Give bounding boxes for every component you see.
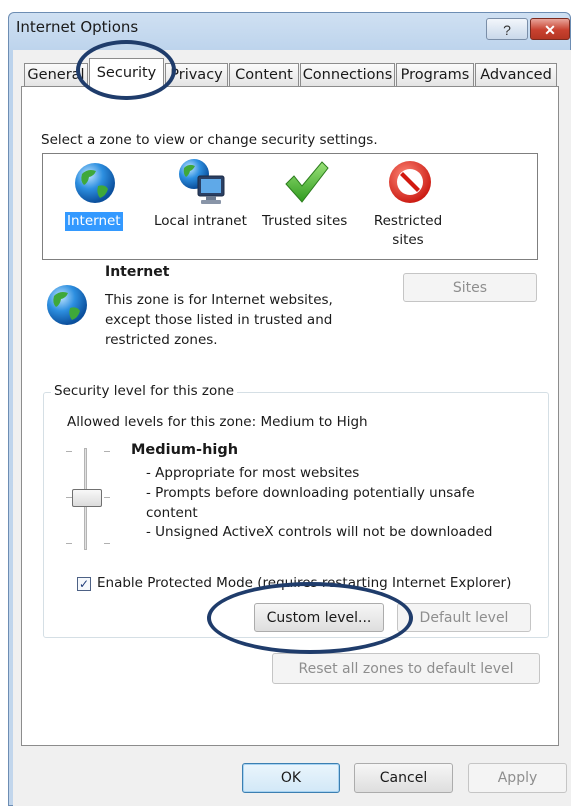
zone-trusted-sites[interactable]: [282, 158, 330, 206]
slider-tick: [104, 497, 110, 498]
default-level-button[interactable]: Default level: [397, 603, 531, 632]
level-bullet-2: - Prompts before downloading potentially…: [146, 485, 475, 501]
level-bullet-3: - Unsigned ActiveX controls will not be …: [146, 524, 493, 540]
allowed-levels-text: Allowed levels for this zone: Medium to …: [67, 414, 368, 430]
zone-local-intranet[interactable]: [176, 156, 228, 208]
slider-tick: [104, 543, 110, 544]
restricted-label-line-2: sites: [392, 232, 424, 248]
ok-button[interactable]: OK: [242, 763, 340, 793]
cancel-button[interactable]: Cancel: [354, 763, 453, 793]
zone-internet-label[interactable]: Internet: [65, 212, 123, 231]
slider-tick: [104, 451, 110, 452]
level-bullet-1: - Appropriate for most websites: [146, 465, 360, 481]
tab-privacy[interactable]: Privacy: [165, 63, 228, 87]
zone-restricted-sites[interactable]: [386, 158, 434, 206]
protected-mode-label[interactable]: Enable Protected Mode (requires restarti…: [97, 575, 511, 591]
zone-prompt: Select a zone to view or change security…: [41, 132, 378, 148]
zone-trusted-sites-label[interactable]: Trusted sites: [262, 212, 347, 231]
security-level-legend: Security level for this zone: [51, 383, 238, 399]
slider-tick: [66, 543, 72, 544]
zone-info-line-3: restricted zones.: [105, 332, 218, 348]
tab-security[interactable]: Security: [89, 58, 164, 88]
sites-button[interactable]: Sites: [403, 273, 537, 302]
restricted-label-line-1: Restricted: [373, 213, 443, 229]
tab-connections[interactable]: Connections: [300, 63, 395, 87]
help-button[interactable]: ?: [486, 18, 528, 40]
zone-info-line-1: This zone is for Internet websites,: [105, 292, 333, 308]
zone-info-icon: [44, 282, 90, 328]
custom-level-button[interactable]: Custom level...: [254, 603, 384, 632]
reset-all-zones-button[interactable]: Reset all zones to default level: [272, 653, 540, 684]
level-bullet-2-cont: content: [146, 505, 198, 521]
intranet-icon: [179, 159, 225, 204]
zone-internet[interactable]: [72, 160, 118, 206]
protected-mode-checkbox[interactable]: ✓: [77, 577, 91, 591]
window-title: Internet Options: [16, 18, 139, 36]
restricted-icon: [389, 161, 431, 203]
tab-programs[interactable]: Programs: [396, 63, 474, 87]
zone-info-line-2: except those listed in trusted and: [105, 312, 333, 328]
close-button[interactable]: ✕: [530, 18, 570, 40]
zone-local-intranet-label[interactable]: Local intranet: [154, 212, 247, 231]
zone-info-title: Internet: [105, 264, 170, 280]
tab-advanced[interactable]: Advanced: [475, 63, 557, 87]
tab-content[interactable]: Content: [229, 63, 299, 87]
check-icon: [285, 161, 329, 203]
tab-general[interactable]: General: [24, 63, 88, 87]
globe-icon: [75, 163, 115, 203]
zone-restricted-sites-label[interactable]: Restricted sites: [372, 212, 444, 250]
security-level-slider-thumb[interactable]: [72, 489, 102, 507]
security-level-name: Medium-high: [131, 442, 239, 458]
globe-icon: [47, 285, 87, 325]
apply-button[interactable]: Apply: [468, 763, 567, 793]
slider-tick: [66, 451, 72, 452]
